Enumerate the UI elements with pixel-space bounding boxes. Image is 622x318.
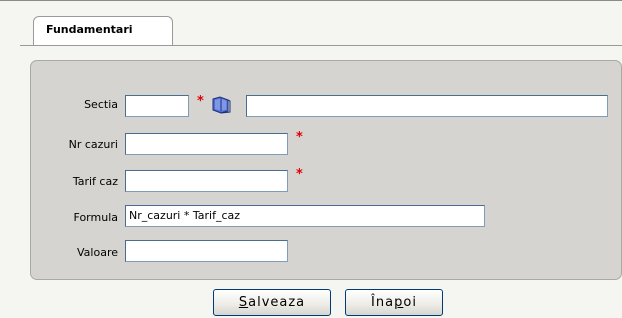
tab-fundamentari[interactable]: Fundamentari [33,16,173,46]
lookup-book-icon[interactable] [211,96,231,114]
back-mnemonic: p [394,295,404,310]
form-panel [30,60,622,280]
sectia-label: Sectia [84,98,118,111]
top-border [0,0,622,1]
save-button[interactable]: Salveaza [213,289,331,316]
save-mnemonic: S [238,295,249,310]
valoare-input[interactable] [125,240,288,262]
nr-cazuri-label: Nr cazuri [68,138,118,151]
save-label-rest: alveaza [248,295,306,310]
back-label-post: oi [403,295,417,310]
nr-cazuri-required-mark: * [296,130,303,145]
sectia-name-input[interactable] [246,95,608,117]
tarif-caz-label: Tarif caz [72,175,118,188]
formula-input[interactable]: Nr_cazuri * Tarif_caz [125,205,485,227]
back-button[interactable]: Îna p oi [345,289,443,316]
tab-label: Fundamentari [46,23,133,36]
back-label-pre: Îna [371,295,395,310]
nr-cazuri-input[interactable] [125,133,288,155]
tarif-caz-required-mark: * [296,167,303,182]
valoare-label: Valoare [77,246,118,259]
formula-label: Formula [73,211,118,224]
sectia-required-mark: * [197,94,204,109]
tab-strip-line [20,45,622,46]
sectia-code-input[interactable] [125,95,189,117]
tarif-caz-input[interactable] [125,170,288,192]
